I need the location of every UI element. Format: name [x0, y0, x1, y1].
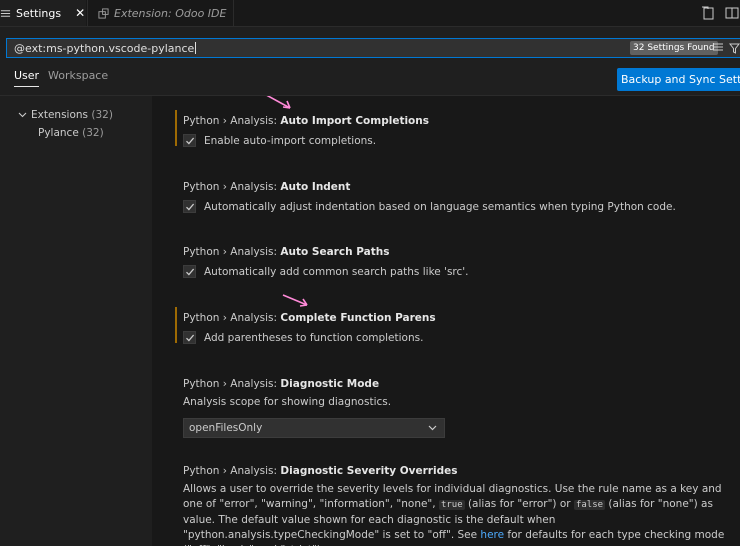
setting-description: Automatically adjust indentation based o…: [204, 200, 676, 213]
code-false: false: [573, 500, 606, 510]
auto-search-paths-checkbox[interactable]: Automatically add common search paths li…: [183, 265, 469, 278]
setting-description: Allows a user to override the severity l…: [183, 483, 725, 546]
auto-import-checkbox[interactable]: Enable auto-import completions.: [183, 134, 376, 147]
setting-auto-import-completions: Python › Analysis: Auto Import Completio…: [175, 110, 740, 149]
annotation-arrow-icon: [266, 96, 291, 109]
setting-title: Python › Analysis: Auto Import Completio…: [183, 115, 429, 127]
setting-title: Python › Analysis: Auto Indent: [183, 181, 351, 193]
toc-extensions-count: (32): [91, 109, 113, 121]
setting-title: Python › Analysis: Complete Function Par…: [183, 312, 436, 324]
editor-tab-bar: Settings ✕ Extension: Odoo IDE: [0, 0, 740, 27]
text-caret: [195, 42, 197, 54]
search-query: @ext:ms-python.vscode-pylance: [14, 42, 195, 55]
checkmark-icon: [183, 134, 196, 147]
setting-description: Analysis scope for showing diagnostics.: [183, 396, 392, 408]
toc-extensions-label: Extensions: [31, 109, 89, 121]
checkmark-icon: [183, 265, 196, 278]
setting-complete-function-parens: Python › Analysis: Complete Function Par…: [175, 307, 740, 346]
results-count-badge: 32 Settings Found: [630, 41, 718, 55]
tab-workspace[interactable]: Workspace: [48, 69, 108, 86]
tab-settings-label: Settings: [16, 6, 62, 20]
setting-diagnostic-mode: Python › Analysis: Diagnostic Mode Analy…: [183, 378, 740, 438]
settings-list: Python › Analysis: Auto Import Completio…: [152, 96, 740, 546]
complete-function-parens-checkbox[interactable]: Add parentheses to function completions.: [183, 331, 423, 344]
tab-user[interactable]: User: [14, 69, 40, 87]
checkmark-icon: [183, 331, 196, 344]
setting-auto-indent: Python › Analysis: Auto Indent Automatic…: [183, 181, 740, 215]
select-value: openFilesOnly: [189, 422, 263, 434]
chevron-down-icon: [427, 422, 438, 436]
tab-extension-label: Extension: Odoo IDE: [114, 6, 227, 20]
backup-and-sync-button[interactable]: Backup and Sync Settings: [617, 68, 740, 91]
toc-pylance-count: (32): [82, 127, 104, 139]
setting-auto-search-paths: Python › Analysis: Auto Search Paths Aut…: [183, 246, 740, 280]
settings-toc: Extensions (32) Pylance (32): [0, 96, 152, 546]
setting-title: Python › Analysis: Diagnostic Mode: [183, 378, 380, 390]
setting-description: Add parentheses to function completions.: [204, 331, 424, 344]
close-icon[interactable]: ✕: [75, 6, 85, 20]
setting-title: Python › Analysis: Diagnostic Severity O…: [183, 465, 458, 477]
toc-item-extensions[interactable]: Extensions (32): [18, 109, 113, 121]
code-true: true: [438, 500, 465, 510]
tab-extension-odoo-ide[interactable]: Extension: Odoo IDE: [87, 0, 234, 26]
extensions-icon: [96, 7, 110, 19]
filter-icon[interactable]: [727, 41, 740, 55]
open-settings-json-icon[interactable]: [700, 5, 716, 21]
toc-pylance-label: Pylance: [38, 127, 79, 139]
setting-diagnostic-severity-overrides: Python › Analysis: Diagnostic Severity O…: [183, 465, 740, 546]
checkmark-icon: [183, 200, 196, 213]
settings-gear-icon: [0, 8, 12, 19]
toc-item-pylance[interactable]: Pylance (32): [38, 127, 104, 139]
diagnostic-mode-select[interactable]: openFilesOnly: [183, 418, 445, 438]
clear-filter-icon[interactable]: [711, 41, 725, 55]
annotation-arrow-icon: [282, 294, 308, 307]
split-editor-icon[interactable]: [724, 5, 740, 21]
tab-settings[interactable]: Settings ✕: [0, 0, 86, 26]
setting-description: Enable auto-import completions.: [204, 134, 377, 147]
defaults-link[interactable]: here: [480, 529, 504, 541]
settings-search-input[interactable]: @ext:ms-python.vscode-pylance 32 Setting…: [6, 38, 740, 58]
editor-actions: [700, 5, 740, 21]
modified-indicator: [175, 307, 177, 343]
chevron-down-icon: [18, 112, 27, 118]
auto-indent-checkbox[interactable]: Automatically adjust indentation based o…: [183, 200, 676, 213]
setting-description: Automatically add common search paths li…: [204, 265, 469, 278]
modified-indicator: [175, 110, 177, 146]
setting-title: Python › Analysis: Auto Search Paths: [183, 246, 390, 258]
